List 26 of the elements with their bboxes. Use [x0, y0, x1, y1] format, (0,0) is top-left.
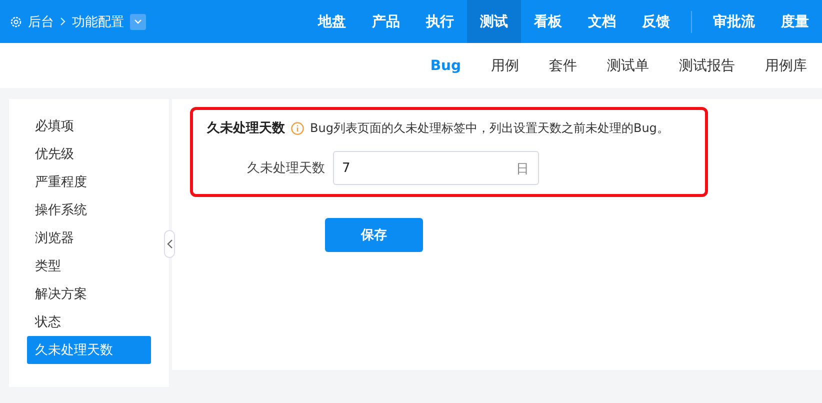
chevron-left-icon: [166, 239, 172, 249]
field-label: 久未处理天数: [247, 160, 325, 177]
hint-text: Bug列表页面的久未处理标签中，列出设置天数之前未处理的Bug。: [310, 120, 669, 136]
sidebar-item[interactable]: 浏览器: [27, 224, 151, 252]
sub-nav-tab[interactable]: 测试单: [592, 56, 664, 74]
sidebar-item[interactable]: 优先级: [27, 140, 151, 168]
info-icon: [291, 122, 304, 134]
sub-nav-tab[interactable]: 测试报告: [664, 56, 750, 74]
sidebar-item[interactable]: 状态: [27, 308, 151, 336]
nav-tab[interactable]: 测试: [467, 0, 521, 43]
sidebar-item[interactable]: 解决方案: [27, 280, 151, 308]
sidebar-item[interactable]: 严重程度: [27, 168, 151, 196]
unit-label: 日: [516, 161, 529, 178]
dropdown-button[interactable]: [130, 14, 146, 30]
breadcrumb-current: 功能配置: [72, 14, 124, 30]
caret-icon: [134, 19, 142, 24]
chevron-right-icon: [60, 17, 66, 26]
settings-icon[interactable]: [10, 16, 22, 28]
section-title: 久未处理天数: [207, 120, 285, 137]
sidebar-item[interactable]: 必填项: [27, 112, 151, 140]
sub-nav-tab[interactable]: 套件: [534, 56, 592, 74]
sub-nav-tab[interactable]: 用例: [476, 56, 534, 74]
sidebar-item[interactable]: 类型: [27, 252, 151, 280]
sidebar-item[interactable]: 操作系统: [27, 196, 151, 224]
sub-nav-tab[interactable]: 用例库: [750, 56, 822, 74]
collapse-button[interactable]: [164, 230, 175, 258]
